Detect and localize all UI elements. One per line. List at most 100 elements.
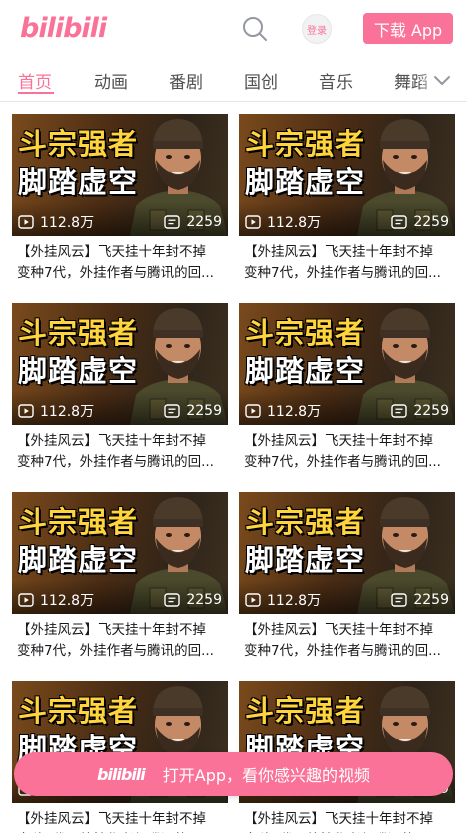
video-card[interactable]: 斗宗强者 脚踏虚空 112.8万 2259 【外挂风云】飞天挂十年封不掉 — [12, 492, 228, 662]
danmaku-count: 2259 — [391, 591, 449, 609]
danmaku-icon — [164, 404, 181, 418]
danmaku-count: 2259 — [391, 402, 449, 420]
danmaku-icon — [391, 404, 408, 418]
video-title-line2: 变种7代，外挂作者与腾讯的回... — [17, 265, 214, 281]
danmaku-count: 2259 — [391, 213, 449, 231]
danmaku-count: 2259 — [164, 213, 222, 231]
video-card[interactable]: 斗宗强者 脚踏虚空 112.8万 2259 【外挂风云】飞天挂十年封不掉 — [12, 114, 228, 284]
play-count-value: 112.8万 — [40, 404, 95, 420]
thumbnail-title-line2: 脚踏虚空 — [245, 165, 366, 199]
thumbnail-title-line1: 斗宗强者 — [245, 694, 366, 728]
danmaku-icon — [164, 593, 181, 607]
danmaku-icon — [391, 593, 408, 607]
play-count: 112.8万 — [18, 591, 94, 609]
thumbnail-title-line2: 脚踏虚空 — [18, 354, 139, 388]
play-count-value: 112.8万 — [40, 593, 95, 609]
video-title[interactable]: 【外挂风云】飞天挂十年封不掉 变种7代，外挂作者与腾讯的回... — [244, 809, 456, 833]
banner-text: 打开App，看你感兴趣的视频 — [162, 766, 371, 785]
thumbnail-title-line1: 斗宗强者 — [18, 505, 139, 539]
video-title[interactable]: 【外挂风云】飞天挂十年封不掉 变种7代，外挂作者与腾讯的回... — [244, 242, 456, 284]
video-title[interactable]: 【外挂风云】飞天挂十年封不掉 变种7代，外挂作者与腾讯的回... — [17, 809, 229, 833]
play-count: 112.8万 — [245, 402, 321, 420]
thumbnail-title-line1: 斗宗强者 — [245, 505, 366, 539]
thumbnail-title-line1: 斗宗强者 — [18, 127, 139, 161]
tab-bangumi[interactable]: 番剧 — [169, 68, 203, 93]
play-count-value: 112.8万 — [267, 404, 322, 420]
video-title[interactable]: 【外挂风云】飞天挂十年封不掉 变种7代，外挂作者与腾讯的回... — [17, 620, 229, 662]
thumbnail-title-line2: 脚踏虚空 — [18, 165, 139, 199]
play-count-icon — [245, 593, 261, 607]
danmaku-count-value: 2259 — [413, 403, 449, 419]
thumbnail-title-line2: 脚踏虚空 — [245, 354, 366, 388]
play-count-value: 112.8万 — [40, 215, 95, 231]
video-title-line1: 【外挂风云】飞天挂十年封不掉 — [17, 244, 206, 260]
download-app-button[interactable]: 下载 App — [363, 13, 453, 44]
video-title-line1: 【外挂风云】飞天挂十年封不掉 — [244, 622, 433, 638]
video-card[interactable]: 斗宗强者 脚踏虚空 112.8万 2259 【外挂风云】飞天挂十年封不掉 — [239, 303, 455, 473]
play-count: 112.8万 — [245, 213, 321, 231]
danmaku-icon — [164, 215, 181, 229]
video-thumbnail[interactable]: 斗宗强者 脚踏虚空 112.8万 2259 — [239, 114, 455, 236]
video-title-line2: 变种7代，外挂作者与腾讯的回... — [244, 454, 441, 470]
video-title-line1: 【外挂风云】飞天挂十年封不掉 — [244, 433, 433, 449]
top-header: bilibili 登录 下载 App — [0, 0, 467, 58]
danmaku-count-value: 2259 — [186, 592, 222, 608]
video-title[interactable]: 【外挂风云】飞天挂十年封不掉 变种7代，外挂作者与腾讯的回... — [244, 620, 456, 662]
video-title[interactable]: 【外挂风云】飞天挂十年封不掉 变种7代，外挂作者与腾讯的回... — [244, 431, 456, 473]
play-count-icon — [245, 404, 261, 418]
banner-logo: bilibili — [96, 764, 146, 784]
video-card[interactable]: 斗宗强者 脚踏虚空 112.8万 2259 【外挂风云】飞天挂十年封不掉 — [239, 114, 455, 284]
thumbnail-title-line1: 斗宗强者 — [18, 316, 139, 350]
tab-home[interactable]: 首页 — [18, 68, 52, 93]
bilibili-logo[interactable]: bilibili — [20, 13, 107, 44]
play-count: 112.8万 — [18, 213, 94, 231]
channel-tabs: 首页 动画 番剧 国创 音乐 舞蹈 — [0, 58, 467, 102]
play-count-value: 112.8万 — [267, 215, 322, 231]
video-title-line2: 变种7代，外挂作者与腾讯的回... — [244, 265, 441, 281]
video-thumbnail[interactable]: 斗宗强者 脚踏虚空 112.8万 2259 — [239, 492, 455, 614]
danmaku-count: 2259 — [164, 591, 222, 609]
video-title-line2: 变种7代，外挂作者与腾讯的回... — [17, 454, 214, 470]
danmaku-count-value: 2259 — [186, 214, 222, 230]
tab-guochuang[interactable]: 国创 — [244, 68, 278, 93]
video-title-line2: 变种7代，外挂作者与腾讯的回... — [17, 643, 214, 659]
login-avatar-button[interactable]: 登录 — [302, 14, 332, 44]
thumbnail-title-line2: 脚踏虚空 — [18, 543, 139, 577]
video-title[interactable]: 【外挂风云】飞天挂十年封不掉 变种7代，外挂作者与腾讯的回... — [17, 431, 229, 473]
tab-music[interactable]: 音乐 — [319, 68, 353, 93]
video-title-line1: 【外挂风云】飞天挂十年封不掉 — [17, 622, 206, 638]
video-thumbnail[interactable]: 斗宗强者 脚踏虚空 112.8万 2259 — [12, 303, 228, 425]
chevron-down-icon[interactable] — [431, 70, 453, 92]
open-app-banner[interactable]: bilibili 打开App，看你感兴趣的视频 — [14, 752, 453, 796]
play-count: 112.8万 — [18, 402, 94, 420]
active-tab-indicator — [18, 92, 54, 94]
play-count-icon — [18, 215, 34, 229]
danmaku-count-value: 2259 — [186, 403, 222, 419]
play-count-value: 112.8万 — [267, 593, 322, 609]
play-count-icon — [245, 215, 261, 229]
video-thumbnail[interactable]: 斗宗强者 脚踏虚空 112.8万 2259 — [12, 492, 228, 614]
video-title-line1: 【外挂风云】飞天挂十年封不掉 — [17, 811, 206, 827]
play-count-icon — [18, 404, 34, 418]
video-card[interactable]: 斗宗强者 脚踏虚空 112.8万 2259 【外挂风云】飞天挂十年封不掉 — [12, 303, 228, 473]
video-card[interactable]: 斗宗强者 脚踏虚空 112.8万 2259 【外挂风云】飞天挂十年封不掉 — [239, 492, 455, 662]
danmaku-count-value: 2259 — [413, 592, 449, 608]
thumbnail-title-line1: 斗宗强者 — [18, 694, 139, 728]
tab-animation[interactable]: 动画 — [94, 68, 128, 93]
video-title[interactable]: 【外挂风云】飞天挂十年封不掉 变种7代，外挂作者与腾讯的回... — [17, 242, 229, 284]
video-thumbnail[interactable]: 斗宗强者 脚踏虚空 112.8万 2259 — [239, 303, 455, 425]
search-icon[interactable] — [240, 14, 270, 44]
thumbnail-title-line1: 斗宗强者 — [245, 127, 366, 161]
video-title-line1: 【外挂风云】飞天挂十年封不掉 — [244, 811, 433, 827]
play-count: 112.8万 — [245, 591, 321, 609]
danmaku-count-value: 2259 — [413, 214, 449, 230]
video-title-line2: 变种7代，外挂作者与腾讯的回... — [244, 643, 441, 659]
thumbnail-title-line1: 斗宗强者 — [245, 316, 366, 350]
play-count-icon — [18, 593, 34, 607]
video-title-line1: 【外挂风云】飞天挂十年封不掉 — [17, 433, 206, 449]
danmaku-count: 2259 — [164, 402, 222, 420]
video-thumbnail[interactable]: 斗宗强者 脚踏虚空 112.8万 2259 — [12, 114, 228, 236]
danmaku-icon — [391, 215, 408, 229]
thumbnail-title-line2: 脚踏虚空 — [245, 543, 366, 577]
video-title-line1: 【外挂风云】飞天挂十年封不掉 — [244, 244, 433, 260]
